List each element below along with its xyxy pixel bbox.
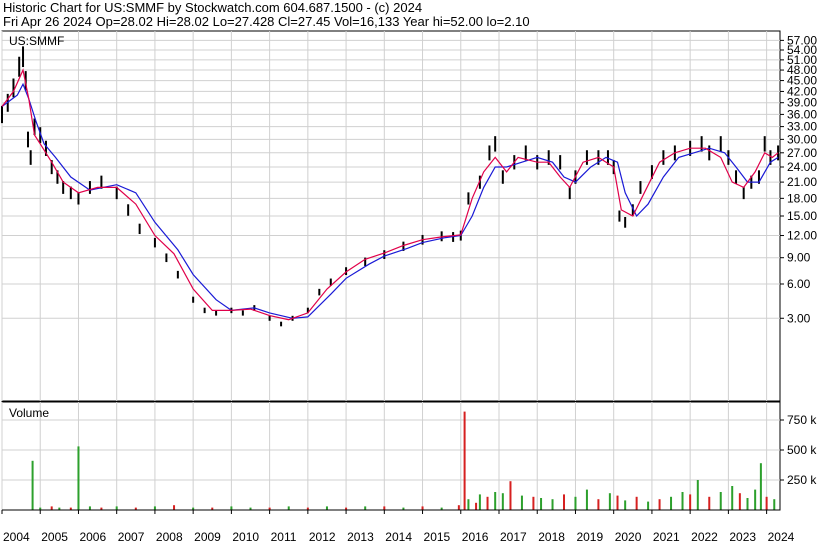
volume-bar — [562, 494, 565, 510]
volume-bar — [754, 489, 757, 510]
volume-bar — [635, 496, 638, 510]
volume-bar — [364, 506, 367, 510]
x-tick-label: 2015 — [424, 530, 451, 543]
volume-bar — [532, 496, 535, 510]
price-y-axis: 57.0054.0051.0048.0045.0042.0039.0036.00… — [780, 33, 817, 325]
x-tick-label: 2012 — [309, 530, 336, 543]
volume-bar — [738, 493, 741, 510]
volume-bar — [287, 506, 290, 510]
x-tick-label: 2021 — [653, 530, 680, 543]
volume-bar — [494, 492, 497, 510]
x-axis: 2004 2005 2006 2007 2008 2009 2010 2011 2012 2013… — [1, 509, 795, 543]
volume-bar — [658, 499, 661, 510]
x-tick-label: 2010 — [232, 530, 259, 543]
volume-bar — [463, 411, 466, 510]
x-tick-label: 2019 — [576, 530, 603, 543]
volume-bar — [746, 498, 749, 510]
volume-bar — [77, 446, 80, 510]
price-tick-label: 30.00 — [787, 132, 817, 146]
volume-bar — [708, 496, 711, 510]
volume-bar — [689, 494, 692, 510]
x-tick-label: 2023 — [729, 530, 756, 543]
volume-bar — [325, 506, 328, 510]
volume-bar — [383, 506, 386, 510]
price-tick-label: 6.00 — [787, 277, 811, 291]
volume-bar — [765, 496, 768, 510]
x-tick-label: 2018 — [538, 530, 565, 543]
volume-bar — [731, 486, 734, 510]
volume-bar — [574, 496, 577, 510]
volume-bar — [585, 489, 588, 510]
volume-bar — [540, 498, 543, 510]
price-tick-label: 18.00 — [787, 191, 817, 205]
volume-bar — [230, 506, 233, 510]
volume-bar — [153, 506, 156, 510]
x-tick-label: 2006 — [79, 530, 106, 543]
volume-bar — [551, 499, 554, 510]
price-panel-title: US:SMMF — [9, 34, 64, 48]
price-tick-label: 15.00 — [787, 209, 817, 223]
volume-bar — [624, 500, 627, 510]
x-tick-label: 2013 — [347, 530, 374, 543]
x-tick-label: 2009 — [194, 530, 221, 543]
volume-bar — [478, 494, 481, 510]
price-panel: US:SMMF 57.0054.0051.0048.0045.0042.0039… — [1, 30, 817, 402]
volume-bar — [616, 495, 619, 510]
x-tick-label: 2007 — [118, 530, 145, 543]
volume-bar — [31, 460, 34, 510]
volume-bar — [597, 499, 600, 510]
x-tick-label: 2014 — [385, 530, 412, 543]
volume-bar — [475, 502, 478, 510]
volume-bar — [115, 506, 118, 510]
price-tick-label: 21.00 — [787, 175, 817, 189]
x-tick-label: 2004 — [3, 530, 30, 543]
volume-panel-frame — [1, 401, 781, 511]
volume-bar — [501, 493, 504, 510]
volume-tick-label: 750 k — [787, 413, 817, 427]
volume-bar — [421, 506, 424, 510]
price-tick-label: 3.00 — [787, 311, 811, 325]
volume-bar — [719, 492, 722, 510]
x-tick-label: 2008 — [156, 530, 183, 543]
volume-bar — [520, 495, 523, 510]
volume-bar — [608, 493, 611, 510]
stock-chart: US:SMMF 57.0054.0051.0048.0045.0042.0039… — [1, 30, 817, 543]
volume-bar — [696, 480, 699, 510]
volume-bar — [88, 506, 91, 510]
price-tick-label: 27.00 — [787, 146, 817, 160]
x-tick-label: 2017 — [500, 530, 527, 543]
volume-y-axis: 750 k 500 k 250 k — [780, 413, 817, 487]
x-tick-label: 2020 — [615, 530, 642, 543]
volume-panel: Volume 750 k 500 k 250 k — [1, 401, 817, 511]
x-tick-label: 2011 — [271, 530, 297, 543]
volume-panel-title: Volume — [9, 406, 49, 420]
volume-tick-label: 250 k — [787, 473, 817, 487]
price-tick-label: 9.00 — [787, 251, 811, 265]
x-tick-label: 2022 — [691, 530, 718, 543]
volume-bar — [647, 501, 650, 510]
volume-bar — [670, 496, 673, 510]
volume-bar — [173, 505, 176, 510]
volume-bar — [467, 499, 470, 510]
price-tick-label: 12.00 — [787, 229, 817, 243]
x-tick-label: 2016 — [462, 530, 489, 543]
volume-bar — [759, 463, 762, 510]
volume-bar — [486, 496, 489, 510]
volume-bar — [509, 481, 512, 510]
volume-bar — [50, 506, 53, 510]
x-tick-label: 2024 — [768, 530, 795, 543]
price-tick-label: 24.00 — [787, 160, 817, 174]
volume-tick-label: 500 k — [787, 443, 817, 457]
volume-bar — [681, 492, 684, 510]
x-tick-label: 2005 — [41, 530, 68, 543]
volume-bar — [773, 499, 776, 510]
volume-bar — [457, 505, 460, 510]
